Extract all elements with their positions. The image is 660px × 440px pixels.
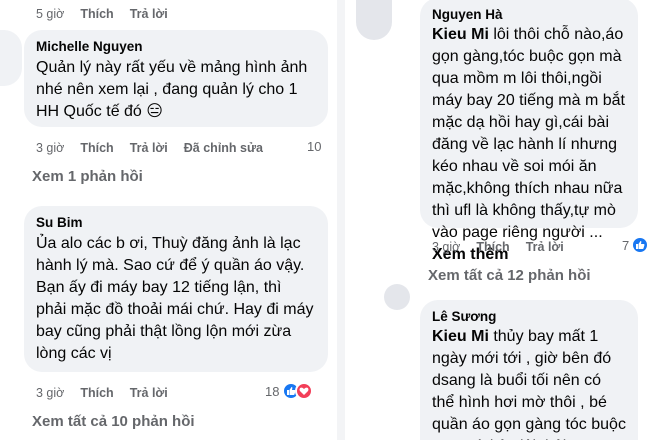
comment-author[interactable]: Michelle Nguyen bbox=[36, 38, 316, 55]
reply-button[interactable]: Trả lời bbox=[130, 141, 168, 155]
like-button[interactable]: Thích bbox=[476, 240, 509, 254]
comment-text: Kieu Mi thủy bay mất 1 ngày mới tới , gi… bbox=[432, 326, 626, 440]
comment-bubble: Nguyen Hà Kieu Mi lôi thôi chỗ nào,áo gọ… bbox=[420, 0, 638, 263]
avatar[interactable] bbox=[356, 0, 392, 40]
view-replies-link[interactable]: Xem tất cả 10 phản hồi bbox=[32, 413, 195, 430]
like-button[interactable]: Thích bbox=[80, 141, 113, 155]
comment-author[interactable]: Su Bim bbox=[36, 214, 316, 231]
comment-bubble: Su Bim Ủa alo các b ơi, Thuỳ đăng ảnh là… bbox=[24, 206, 328, 372]
comment-actions-top: 5 giờ Thích Trả lời bbox=[36, 6, 184, 22]
reaction-number: 7 bbox=[622, 237, 630, 253]
comment-actions: 3 giờ Thích Trả lời bbox=[432, 239, 580, 255]
comment-author[interactable]: Lê Sương bbox=[432, 308, 626, 325]
reaction-number: 10 bbox=[307, 139, 322, 154]
reply-button[interactable]: Trả lời bbox=[130, 386, 168, 400]
column-divider bbox=[337, 0, 345, 440]
like-reaction-icon bbox=[631, 236, 650, 254]
avatar-edge bbox=[0, 30, 22, 86]
comment-bubble: Lê Sương Kieu Mi thủy bay mất 1 ngày mới… bbox=[420, 300, 638, 440]
comment-time: 3 giờ bbox=[36, 386, 65, 400]
comment-bubble: Michelle Nguyen Quản lý này rất yếu về m… bbox=[24, 30, 328, 127]
avatar[interactable] bbox=[384, 284, 410, 310]
comment-time: 5 giờ bbox=[36, 7, 65, 21]
reply-button[interactable]: Trả lời bbox=[526, 240, 564, 254]
comment-text: Ủa alo các b ơi, Thuỳ đăng ảnh là lạc hà… bbox=[36, 235, 314, 362]
comment-body: lôi thôi chỗ nào,áo gọn gàng,tóc buộc gọ… bbox=[432, 26, 625, 241]
comment-author[interactable]: Nguyen Hà bbox=[432, 6, 626, 23]
like-button[interactable]: Thích bbox=[80, 386, 113, 400]
reply-button[interactable]: Trả lời bbox=[130, 7, 168, 21]
like-button[interactable]: Thích bbox=[80, 7, 113, 21]
reaction-count[interactable]: 7 bbox=[622, 236, 650, 254]
comment-actions: 3 giờ Thích Trả lời Đã chỉnh sửa bbox=[36, 140, 279, 156]
comment-time: 3 giờ bbox=[432, 240, 461, 254]
comment-time: 3 giờ bbox=[36, 141, 65, 155]
reaction-count[interactable]: 10 bbox=[307, 139, 321, 154]
left-comment-column: 5 giờ Thích Trả lời Michelle Nguyen Quản… bbox=[0, 0, 336, 440]
reaction-number: 18 bbox=[265, 383, 280, 399]
comment-text: Kieu Mi lôi thôi chỗ nào,áo gọn gàng,tóc… bbox=[432, 24, 626, 266]
mention-tag[interactable]: Kieu Mi bbox=[432, 328, 489, 345]
right-comment-column: Nguyen Hà Kieu Mi lôi thôi chỗ nào,áo gọ… bbox=[346, 0, 660, 440]
love-reaction-icon bbox=[295, 382, 314, 400]
comment-actions: 3 giờ Thích Trả lời bbox=[36, 385, 184, 401]
comment-text: Quản lý này rất yếu về mảng hình ảnh nhé… bbox=[36, 59, 308, 120]
view-replies-link[interactable]: Xem 1 phản hồi bbox=[32, 168, 143, 185]
edited-label: Đã chỉnh sửa bbox=[183, 141, 263, 155]
view-replies-link[interactable]: Xem tất cả 12 phản hồi bbox=[428, 267, 591, 284]
mention-tag[interactable]: Kieu Mi bbox=[432, 26, 489, 43]
reaction-count[interactable]: 18 bbox=[265, 382, 314, 400]
